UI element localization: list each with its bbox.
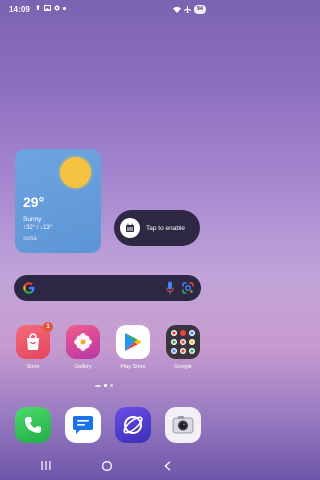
battery-icon: 94 <box>193 5 206 14</box>
weather-widget[interactable]: 29° Sunny ↑32° / ↓13° Sofia <box>15 149 101 253</box>
page-indicator-dot-current <box>104 384 107 387</box>
back-button[interactable] <box>164 461 171 471</box>
recents-button[interactable] <box>41 461 51 470</box>
phone-icon <box>25 417 41 433</box>
lens-icon[interactable] <box>181 281 195 295</box>
internet-icon <box>123 416 143 434</box>
gallery-icon <box>66 325 100 359</box>
camera-app-icon[interactable] <box>165 407 201 443</box>
messages-app-icon[interactable] <box>65 407 101 443</box>
notification-icons <box>35 5 66 11</box>
system-icons: 94 <box>172 5 206 14</box>
mic-icon[interactable] <box>166 281 174 295</box>
calendar-icon <box>120 218 140 238</box>
app-label: Google <box>174 364 192 370</box>
camera-icon <box>172 416 194 434</box>
app-label: Gallery <box>74 364 92 370</box>
play-store-icon <box>116 325 150 359</box>
page-indicator[interactable] <box>95 384 113 387</box>
tap-to-enable-label: Tap to enable <box>146 224 186 232</box>
internet-app-icon[interactable] <box>115 407 151 443</box>
sun-icon <box>60 157 91 188</box>
weather-city: Sofia <box>23 236 37 242</box>
page-indicator-dot <box>110 384 113 387</box>
status-time: 14:09 <box>9 5 30 14</box>
home-button[interactable] <box>102 461 112 471</box>
app-play-store[interactable]: Play Store <box>115 325 151 370</box>
store-icon: 1 <box>16 322 53 359</box>
status-bar: 14:09 94 <box>0 0 216 20</box>
weather-range: ↑32° / ↓13° <box>23 225 53 231</box>
airplane-icon <box>183 6 191 13</box>
app-google-folder[interactable]: Google <box>165 325 201 370</box>
app-label: Play Store <box>120 364 146 370</box>
app-label: Store <box>26 364 40 370</box>
messages-icon <box>73 416 93 434</box>
weather-condition: Sunny <box>23 216 42 223</box>
google-search-bar[interactable] <box>14 275 201 301</box>
phone-app-icon[interactable] <box>15 407 51 443</box>
google-icon <box>23 282 35 294</box>
store-notification-badge: 1 <box>43 322 53 332</box>
weather-temperature: 29° <box>23 194 45 210</box>
notification-icon <box>36 5 40 10</box>
more-notifications-dot <box>63 7 66 10</box>
tap-to-enable-button[interactable]: Tap to enable <box>114 210 200 246</box>
google-folder-icon <box>166 325 200 359</box>
settings-icon <box>54 5 60 11</box>
wifi-icon <box>172 6 181 13</box>
page-indicator-home <box>95 384 101 387</box>
app-gallery[interactable]: Gallery <box>65 325 101 370</box>
photo-icon <box>44 5 51 11</box>
navigation-bar <box>0 455 216 480</box>
app-store[interactable]: 1 Store <box>15 322 53 370</box>
